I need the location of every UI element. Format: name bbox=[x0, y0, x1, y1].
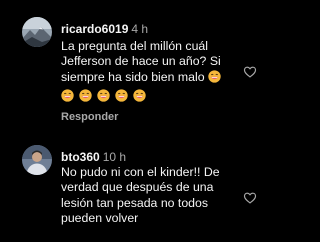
reply-button[interactable]: Responder bbox=[61, 111, 118, 124]
grinning-sweat-emoji bbox=[133, 89, 146, 102]
comment-text: No pudo ni con el kinder!! De verdad que… bbox=[61, 165, 237, 226]
comment-text: La pregunta del millón cuál Jefferson de… bbox=[61, 39, 237, 85]
comment-meta: bto360 10 h bbox=[61, 150, 126, 164]
avatar[interactable] bbox=[22, 17, 52, 47]
heart-outline-icon[interactable] bbox=[243, 191, 257, 205]
heart-outline-icon[interactable] bbox=[243, 65, 257, 79]
grinning-sweat-emoji bbox=[97, 89, 110, 102]
comment-meta: ricardo6019 4 h bbox=[61, 22, 148, 36]
grinning-sweat-emoji bbox=[208, 69, 221, 83]
grinning-sweat-emoji bbox=[79, 89, 92, 102]
comment-item: bto360 10 h No pudo ni con el kinder!! De… bbox=[0, 130, 280, 242]
avatar[interactable] bbox=[22, 145, 52, 175]
username[interactable]: ricardo6019 bbox=[61, 22, 128, 36]
username[interactable]: bto360 bbox=[61, 150, 100, 164]
comment-body: La pregunta del millón cuál Jefferson de… bbox=[61, 39, 221, 84]
grinning-sweat-emoji bbox=[115, 89, 128, 102]
emoji-row bbox=[61, 89, 146, 103]
timestamp: 10 h bbox=[102, 150, 127, 164]
comment-body: No pudo ni con el kinder!! De verdad que… bbox=[61, 165, 220, 225]
timestamp: 4 h bbox=[131, 22, 149, 36]
avatar-person-image bbox=[22, 145, 52, 175]
avatar-mountain-image bbox=[22, 17, 52, 47]
comment-item: ricardo6019 4 h La pregunta del millón cu… bbox=[0, 0, 280, 130]
grinning-sweat-emoji bbox=[61, 89, 74, 102]
